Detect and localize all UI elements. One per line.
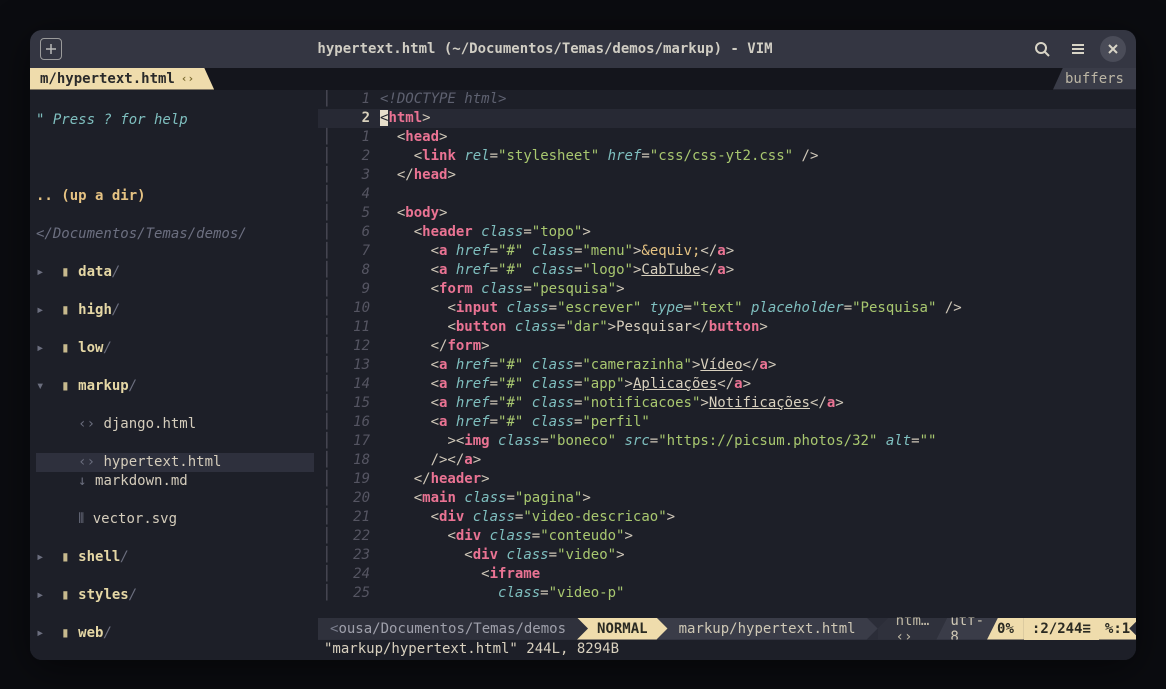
tree-file-vector[interactable]: ⦀ vector.svg — [36, 510, 314, 529]
current-line: 2<html> — [318, 109, 1136, 128]
tree-dir-markup[interactable]: ▾ ▮ markup/ — [36, 377, 314, 396]
tab-label: m/hypertext.html — [40, 71, 175, 87]
tree-dir-high[interactable]: ▸ ▮ high/ — [36, 301, 314, 320]
buffer-tabbar: m/hypertext.html ‹› buffers — [30, 68, 1136, 90]
code-lines: │1<!DOCTYPE html> 2<html> │1 <head> │2 <… — [318, 90, 1136, 618]
status-filetype: htm… ‹› — [878, 618, 948, 640]
diamond-icon: ‹› — [181, 72, 194, 85]
close-icon — [1107, 43, 1119, 55]
search-icon — [1033, 40, 1051, 58]
status-column: %:1 — [1099, 618, 1136, 640]
buffer-tab-active[interactable]: m/hypertext.html ‹› — [30, 68, 214, 90]
tree-dir-styles[interactable]: ▸ ▮ styles/ — [36, 586, 314, 605]
file-tree[interactable]: " Press ? for help .. (up a dir) </Docum… — [30, 90, 318, 660]
hamburger-icon — [1069, 40, 1087, 58]
buffers-label[interactable]: buffers — [1053, 68, 1136, 90]
tree-dir-shell[interactable]: ▸ ▮ shell/ — [36, 548, 314, 567]
status-mode: NORMAL — [577, 618, 668, 640]
editor-body: " Press ? for help .. (up a dir) </Docum… — [30, 90, 1136, 660]
terminal-window: hypertext.html (~/Documentos/Temas/demos… — [30, 30, 1136, 660]
menu-button[interactable] — [1064, 35, 1092, 63]
tree-file-hypertext[interactable]: ‹› hypertext.html — [36, 453, 314, 472]
code-editor[interactable]: │1<!DOCTYPE html> 2<html> │1 <head> │2 <… — [318, 90, 1136, 660]
status-cwd: <ousa/Documentos/Temas/demos — [318, 618, 588, 640]
tree-file-markdown[interactable]: ↓ markdown.md — [36, 472, 314, 491]
command-line[interactable]: "markup/hypertext.html" 244L, 8294B — [318, 640, 1136, 660]
tree-up-dir[interactable]: .. (up a dir) — [36, 187, 314, 206]
doctype: <!DOCTYPE html> — [380, 91, 506, 107]
tree-help-hint: " Press ? for help — [36, 111, 314, 130]
tree-path: </Documentos/Temas/demos/ — [36, 225, 314, 244]
new-tab-button[interactable] — [40, 38, 62, 60]
status-file: markup/hypertext.html — [657, 618, 878, 640]
status-line: <ousa/Documentos/Temas/demos NORMAL mark… — [318, 618, 1136, 640]
tree-dir-web[interactable]: ▸ ▮ web/ — [36, 624, 314, 643]
search-button[interactable] — [1028, 35, 1056, 63]
tree-file-django[interactable]: ‹› django.html — [36, 415, 314, 434]
tree-dir-data[interactable]: ▸ ▮ data/ — [36, 263, 314, 282]
titlebar: hypertext.html (~/Documentos/Temas/demos… — [30, 30, 1136, 68]
plus-icon — [45, 43, 57, 55]
close-button[interactable] — [1100, 36, 1126, 62]
status-position: :2/244≡ — [1024, 618, 1099, 640]
window-title: hypertext.html (~/Documentos/Temas/demos… — [70, 41, 1020, 57]
tree-dir-low[interactable]: ▸ ▮ low/ — [36, 339, 314, 358]
